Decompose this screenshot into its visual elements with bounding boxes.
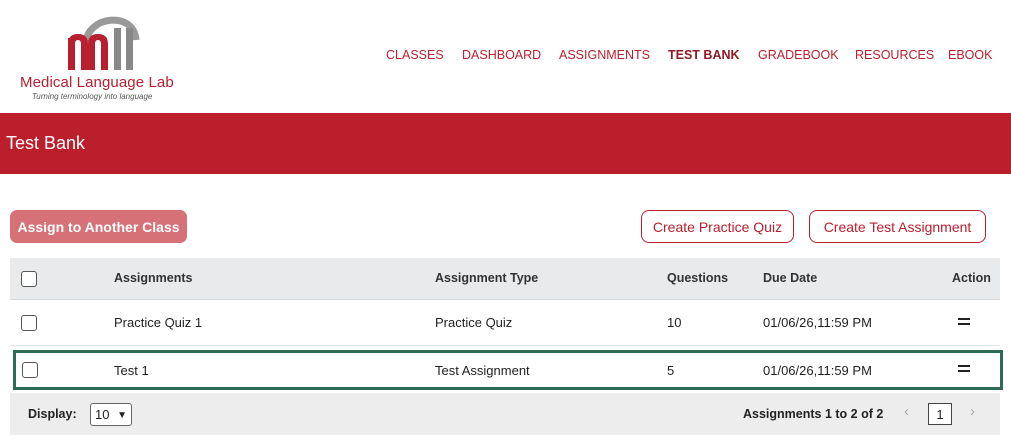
assignment-type: Practice Quiz [435, 315, 513, 330]
nav-dashboard[interactable]: DASHBOARD [462, 48, 541, 62]
table-header: Assignments Assignment Type Questions Du… [10, 258, 1000, 300]
page-banner: Test Bank [0, 113, 1011, 174]
nav-gradebook[interactable]: GRADEBOOK [758, 48, 839, 62]
due-date: 01/06/26,11:59 PM [763, 363, 872, 378]
table-row[interactable]: Practice Quiz 1 Practice Quiz 10 01/06/2… [10, 300, 1000, 346]
col-assignment-type[interactable]: Assignment Type [435, 271, 538, 285]
nav-assignments[interactable]: ASSIGNMENTS [559, 48, 650, 62]
chevron-right-icon[interactable]: › [970, 403, 975, 420]
app-header: Medical Language Lab Turning terminology… [0, 0, 1011, 113]
col-due-date[interactable]: Due Date [763, 271, 817, 285]
row-checkbox[interactable] [22, 362, 38, 378]
col-action: Action [952, 271, 991, 285]
main-nav: CLASSES DASHBOARD ASSIGNMENTS TEST BANK … [386, 48, 992, 64]
display-count-value: 10 [95, 407, 110, 422]
assignment-type: Test Assignment [435, 363, 530, 378]
logo-tagline: Turning terminology into language [32, 92, 153, 101]
col-assignments[interactable]: Assignments [114, 271, 193, 285]
display-count-select[interactable]: 10 ▼ [90, 403, 132, 426]
row-action-menu-icon[interactable] [958, 365, 970, 373]
nav-resources[interactable]: RESOURCES [855, 48, 934, 62]
logo-mark-icon [68, 16, 140, 70]
assignment-name[interactable]: Test 1 [114, 363, 149, 378]
chevron-left-icon[interactable]: ‹ [904, 403, 909, 420]
table-footer: Display: 10 ▼ Assignments 1 to 2 of 2 ‹ … [10, 393, 1000, 435]
nav-ebook[interactable]: EBOOK [948, 48, 992, 62]
row-checkbox[interactable] [21, 315, 37, 331]
question-count: 5 [667, 363, 675, 378]
due-date: 01/06/26,11:59 PM [763, 315, 872, 330]
assignments-table: Assignments Assignment Type Questions Du… [10, 258, 1003, 390]
assign-to-another-class-button[interactable]: Assign to Another Class [10, 210, 187, 243]
nav-classes[interactable]: CLASSES [386, 48, 444, 62]
create-practice-quiz-button[interactable]: Create Practice Quiz [641, 210, 794, 243]
create-test-assignment-button[interactable]: Create Test Assignment [809, 210, 986, 243]
assignment-name[interactable]: Practice Quiz 1 [114, 315, 202, 330]
display-label: Display: [28, 407, 77, 421]
chevron-down-icon: ▼ [117, 410, 127, 421]
page-number-button[interactable]: 1 [928, 403, 952, 425]
page-title: Test Bank [6, 133, 86, 153]
question-count: 10 [667, 315, 682, 330]
table-row-selected[interactable]: Test 1 Test Assignment 5 01/06/26,11:59 … [13, 350, 1003, 390]
row-action-menu-icon[interactable] [958, 318, 970, 326]
pagination-summary: Assignments 1 to 2 of 2 [743, 407, 884, 421]
logo-name: Medical Language Lab [20, 74, 174, 91]
logo[interactable]: Medical Language Lab Turning terminology… [18, 8, 188, 104]
col-questions[interactable]: Questions [667, 271, 728, 285]
select-all-checkbox[interactable] [21, 271, 37, 287]
nav-test-bank[interactable]: TEST BANK [668, 48, 740, 62]
